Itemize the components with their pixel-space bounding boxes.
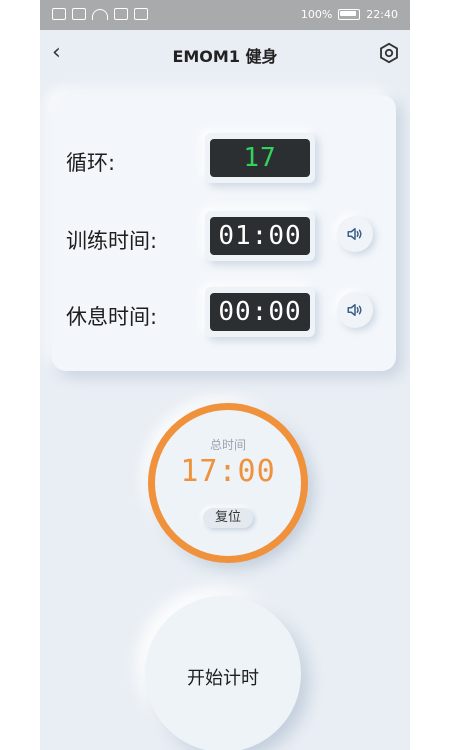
rest-time-label: 休息时间: (66, 305, 158, 329)
settings-card: 循环: 17 训练时间: 01:00 休息时间: 00:00 (52, 95, 396, 371)
mute-icon (114, 8, 128, 20)
rest-sound-button[interactable] (337, 292, 373, 328)
speaker-icon (347, 228, 362, 240)
wifi-icon (92, 8, 108, 20)
rounds-value: 17 (210, 139, 310, 177)
work-sound-button[interactable] (337, 216, 373, 252)
speaker-icon (347, 304, 362, 316)
work-time-display[interactable]: 01:00 (205, 211, 315, 261)
top-bar: ‹ EMOM1 健身 (40, 30, 410, 76)
status-icons-right: 100% 22:40 (301, 8, 398, 21)
start-timer-button[interactable]: 开始计时 (145, 596, 301, 750)
total-time-panel: 总时间 17:00 复位 (155, 410, 301, 556)
signal-icon (72, 8, 86, 20)
work-time-value: 01:00 (210, 217, 310, 255)
start-timer-label: 开始计时 (187, 668, 259, 689)
total-time-ring: 总时间 17:00 复位 (148, 403, 308, 563)
usb-icon (134, 8, 148, 20)
reset-button[interactable]: 复位 (203, 508, 253, 528)
clock: 22:40 (366, 8, 398, 21)
hexagon-gear-icon[interactable] (378, 42, 400, 64)
rest-time-display[interactable]: 00:00 (205, 287, 315, 337)
status-icons-left (52, 8, 148, 20)
battery-percent: 100% (300, 8, 333, 21)
total-time-label: 总时间 (209, 438, 246, 452)
total-time-value: 17:00 (180, 454, 276, 489)
rounds-label: 循环: (66, 151, 116, 175)
sim-icon (52, 8, 66, 20)
battery-icon (338, 9, 361, 20)
rounds-display[interactable]: 17 (205, 133, 315, 183)
phone-screen: 100% 22:40 ‹ EMOM1 健身 循环: 17 训练时间: 01:00 (40, 0, 410, 750)
status-bar: 100% 22:40 (40, 0, 410, 30)
work-time-label: 训练时间: (66, 229, 158, 253)
rest-time-value: 00:00 (210, 293, 310, 331)
page-title: EMOM1 健身 (172, 47, 278, 66)
